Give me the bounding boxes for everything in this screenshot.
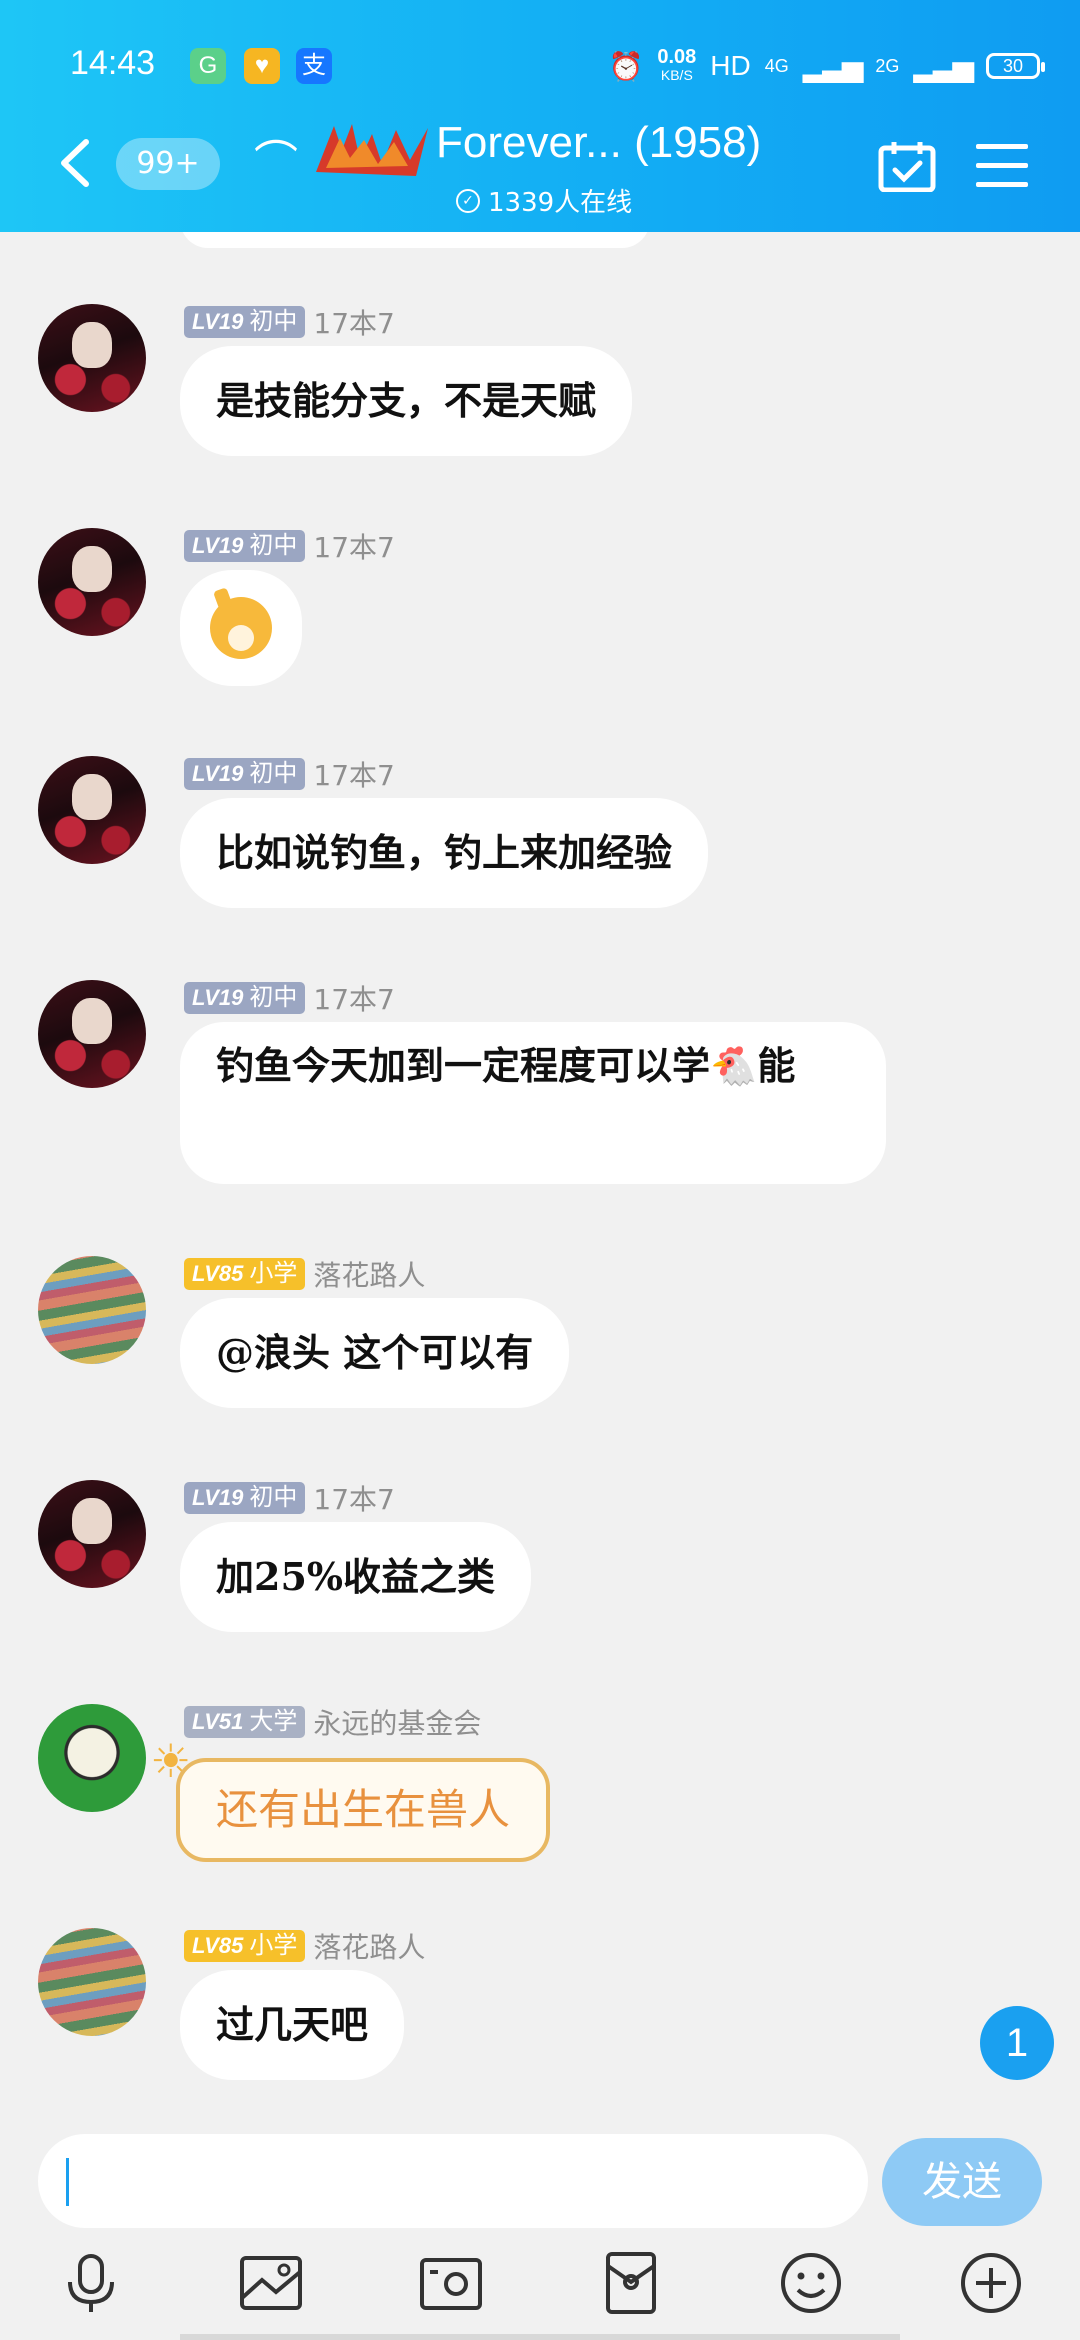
level-badge: LV19 初中: [184, 306, 306, 338]
message-bubble[interactable]: @浪头 这个可以有: [180, 1298, 570, 1408]
message-bubble[interactable]: 加25%收益之类: [180, 1522, 531, 1632]
avatar[interactable]: [38, 528, 146, 636]
avatar[interactable]: [38, 1256, 146, 1364]
signal-2g-label: 2G: [875, 55, 900, 76]
app-notification-icon: G: [190, 48, 226, 84]
sender-name[interactable]: 17本7: [313, 1478, 394, 1518]
app-notification-icon: ♥: [244, 48, 280, 84]
avatar[interactable]: [38, 980, 146, 1088]
avatar[interactable]: [38, 1928, 146, 2036]
sender-name[interactable]: 17本7: [313, 978, 394, 1018]
chat-area[interactable]: LV19 初中 17本7 是技能分支，不是天赋 LV19 初中 17本7 LV19 初…: [0, 232, 1080, 2112]
avatar[interactable]: [38, 756, 146, 864]
level-badge: LV19 初中: [184, 758, 306, 790]
online-count[interactable]: ✓ 1339人在线: [456, 182, 632, 219]
emoji-icon[interactable]: [778, 2250, 844, 2316]
new-message-badge[interactable]: 1: [980, 2006, 1054, 2080]
input-bar: 发送: [0, 2112, 1080, 2228]
alipay-icon: 支: [296, 48, 332, 84]
avatar[interactable]: [38, 1704, 146, 1812]
level-badge: LV51 大学: [184, 1706, 306, 1738]
message-meta: LV51 大学 永远的基金会: [184, 1704, 481, 1740]
dog-sticker-icon: [210, 597, 272, 659]
message-bubble[interactable]: 过几天吧: [180, 1970, 405, 2080]
image-icon[interactable]: [238, 2250, 304, 2316]
input-toolbar: [0, 2228, 1080, 2340]
calendar-check-icon[interactable]: [878, 140, 936, 192]
net-speed-unit: KB/S: [660, 67, 693, 83]
message-meta: LV19 初中 17本7: [184, 980, 395, 1016]
message-bubble[interactable]: 是技能分支，不是天赋: [180, 346, 633, 456]
message-meta: LV19 初中 17本7: [184, 756, 395, 792]
sender-name[interactable]: 落花路人: [313, 1926, 425, 1966]
red-packet-icon[interactable]: [598, 2250, 664, 2316]
earpiece-mode-icon[interactable]: ⌒: [254, 126, 298, 190]
message-meta: LV19 初中 17本7: [184, 1480, 395, 1516]
signal-icon: ▂▃▅: [802, 50, 864, 82]
status-time: 14:43: [70, 44, 156, 82]
level-badge: LV19 初中: [184, 982, 306, 1014]
menu-icon[interactable]: [976, 144, 1028, 188]
battery-icon: 30: [986, 53, 1045, 79]
status-bar: 14:43 G ♥ 支 ⏰ 0.08 KB/S HD 4G ▂▃▅ 2G ▂▃▅…: [0, 44, 1080, 88]
sender-name[interactable]: 永远的基金会: [313, 1702, 481, 1742]
sender-name[interactable]: 17本7: [313, 526, 394, 566]
gesture-bar: [180, 2334, 900, 2340]
sender-name[interactable]: 落花路人: [313, 1254, 425, 1294]
microphone-icon[interactable]: [58, 2250, 124, 2316]
message-meta: LV19 初中 17本7: [184, 304, 395, 340]
level-badge: LV19 初中: [184, 1482, 306, 1514]
chevron-down-icon: ✓: [456, 188, 480, 213]
level-badge: LV85 小学: [184, 1258, 306, 1290]
net-speed-value: 0.08: [657, 46, 697, 68]
status-right: ⏰ 0.08 KB/S HD 4G ▂▃▅ 2G ▂▃▅ 30: [608, 44, 1045, 88]
alarm-icon: ⏰: [608, 50, 644, 82]
nav-bar: 99+ ⌒ Forever... (1958) ✓ 1339人在线: [0, 118, 1080, 218]
message-meta: LV85 小学 落花路人: [184, 1256, 425, 1292]
header: 14:43 G ♥ 支 ⏰ 0.08 KB/S HD 4G ▂▃▅ 2G ▂▃▅…: [0, 0, 1080, 232]
plus-icon[interactable]: [958, 2250, 1024, 2316]
message-input[interactable]: [38, 2134, 868, 2228]
level-badge: LV19 初中: [184, 530, 306, 562]
group-title[interactable]: Forever... (1958): [436, 118, 761, 168]
sender-name[interactable]: 17本7: [313, 302, 394, 342]
unread-badge[interactable]: 99+: [116, 138, 220, 190]
message-bubble[interactable]: [180, 570, 302, 686]
send-button[interactable]: 发送: [882, 2138, 1042, 2226]
back-arrow-icon[interactable]: [56, 138, 96, 188]
message-bubble[interactable]: 比如说钓鱼，钓上来加经验: [180, 798, 709, 908]
previous-message-bubble: [180, 232, 650, 248]
sender-name[interactable]: 17本7: [313, 754, 394, 794]
signal-icon: ▂▃▅: [913, 50, 974, 82]
message-bubble[interactable]: 还有出生在兽人: [176, 1758, 551, 1862]
level-badge: LV85 小学: [184, 1930, 306, 1962]
message-meta: LV85 小学 落花路人: [184, 1928, 425, 1964]
group-logo-icon: [316, 124, 428, 176]
message-bubble[interactable]: 钓鱼今天加到一定程度可以学🐔能: [180, 1022, 886, 1184]
signal-4g-label: 4G: [764, 55, 789, 76]
hd-label: HD: [710, 50, 751, 81]
camera-icon[interactable]: [418, 2250, 484, 2316]
avatar[interactable]: [38, 304, 146, 412]
message-meta: LV19 初中 17本7: [184, 528, 395, 564]
text-caret: [66, 2158, 69, 2206]
net-speed: 0.08 KB/S: [657, 46, 697, 84]
online-count-text: 1339人在线: [488, 188, 633, 218]
avatar[interactable]: [38, 1480, 146, 1588]
